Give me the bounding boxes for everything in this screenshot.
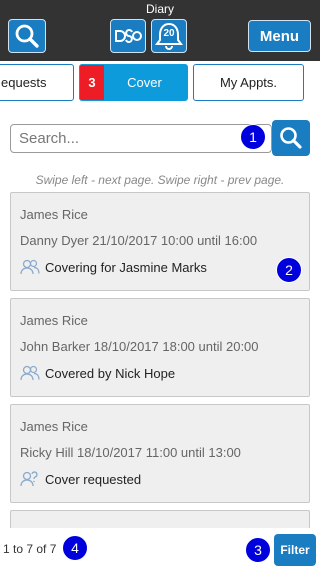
filter-button[interactable]: Filter xyxy=(274,534,316,566)
cover-card[interactable]: James Rice Ricky Hill 18/10/2017 11:00 u… xyxy=(10,404,310,503)
card-status-text: Covering for Jasmine Marks xyxy=(45,259,207,275)
card-name: James Rice xyxy=(20,207,88,222)
tab-cover[interactable]: 3 Cover xyxy=(79,64,188,101)
tab-bar: equests 3 Cover My Appts. xyxy=(0,61,320,103)
search-button[interactable] xyxy=(272,120,310,156)
card-status: Covered by Nick Hope xyxy=(20,365,175,381)
search-field-wrapper xyxy=(10,124,272,153)
notification-count: 20 xyxy=(163,28,175,39)
notifications-button[interactable]: 20 xyxy=(151,19,187,53)
card-status: Covering for Jasmine Marks xyxy=(20,259,207,275)
callout-marker-4: 4 xyxy=(62,535,88,561)
dso-logo-button[interactable] xyxy=(110,19,146,53)
dso-logo-icon xyxy=(115,29,142,43)
result-count: 1 to 7 of 7 xyxy=(3,542,57,556)
tab-label: equests xyxy=(1,75,47,90)
swipe-hint: Swipe left - next page. Swipe right - pr… xyxy=(35,173,285,187)
tab-my-appts[interactable]: My Appts. xyxy=(193,64,304,101)
search-input[interactable] xyxy=(11,125,271,152)
card-status-text: Covered by Nick Hope xyxy=(45,365,176,381)
user-icon xyxy=(20,365,40,381)
tab-requests[interactable]: equests xyxy=(0,64,74,101)
header-search-button[interactable] xyxy=(8,19,46,53)
menu-button[interactable]: Menu xyxy=(248,20,311,52)
card-status-text: Cover requested xyxy=(45,471,142,487)
cover-card[interactable]: James Rice Danny Dyer 21/10/2017 10:00 u… xyxy=(10,192,310,291)
card-detail: Danny Dyer 21/10/2017 10:00 until 16:00 xyxy=(20,233,258,248)
cover-count-badge: 3 xyxy=(80,65,104,100)
bottom-bar: 1 to 7 of 7 4 3 Filter xyxy=(0,528,320,568)
users-icon xyxy=(20,259,40,275)
card-detail: John Barker 18/10/2017 18:00 until 20:00 xyxy=(20,339,259,354)
app-title: Diary xyxy=(145,2,174,16)
tab-label: My Appts. xyxy=(219,75,278,90)
callout-marker-2: 2 xyxy=(276,257,302,283)
callout-marker-1: 1 xyxy=(240,124,266,150)
card-name: James Rice xyxy=(20,313,88,328)
tab-label: Cover xyxy=(127,75,162,90)
search-icon xyxy=(280,127,302,149)
cover-card[interactable]: James Rice John Barker 18/10/2017 18:00 … xyxy=(10,298,310,397)
search-icon xyxy=(15,24,39,48)
card-detail: Ricky Hill 18/10/2017 11:00 until 13:00 xyxy=(20,445,241,460)
card-name: James Rice xyxy=(20,419,88,434)
top-bar: Diary 20 Menu xyxy=(0,0,320,61)
card-status: Cover requested xyxy=(20,471,141,487)
callout-marker-3: 3 xyxy=(245,537,271,563)
user-question-icon xyxy=(20,471,38,487)
